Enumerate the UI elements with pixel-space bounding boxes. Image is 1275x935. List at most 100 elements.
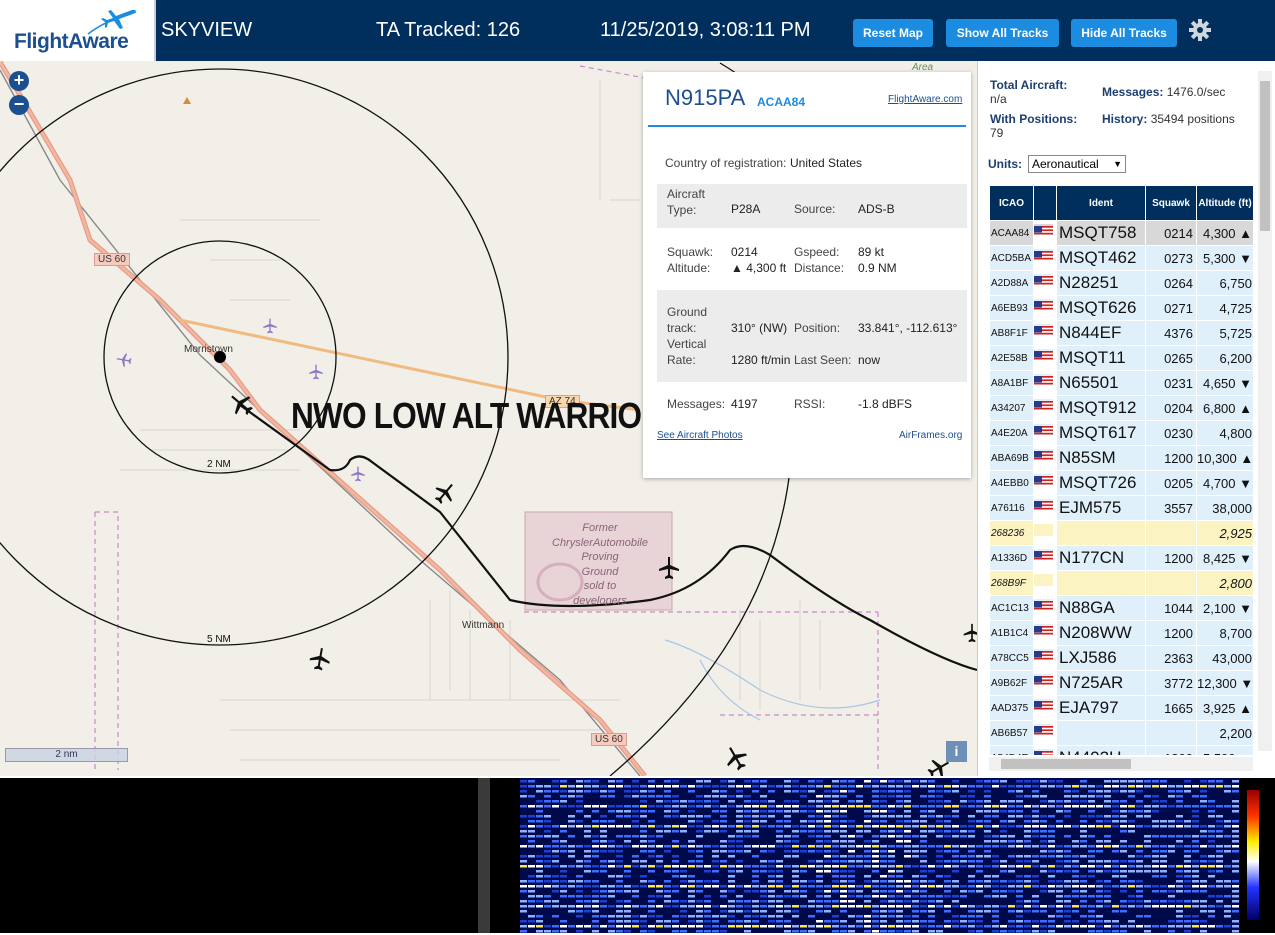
waterfall-cell (904, 830, 911, 833)
units-select[interactable]: Aeronautical ▼ (1028, 155, 1126, 173)
waterfall-cell (560, 830, 567, 833)
table-row[interactable]: A78CC5 LXJ586 2363 43,000 (990, 646, 1253, 670)
table-row[interactable]: A1B1C4 N208WW 1200 8,700 (990, 621, 1253, 645)
waterfall-cell (928, 830, 935, 833)
table-row[interactable]: AC1C13 N88GA 1044 2,100 ▼ (990, 596, 1253, 620)
col-icao[interactable]: ICAO (990, 186, 1033, 220)
waterfall-cell (848, 890, 855, 893)
waterfall-cell (712, 825, 719, 828)
mlat-aircraft-icon[interactable] (116, 352, 132, 368)
hide-all-tracks-button[interactable]: Hide All Tracks (1071, 19, 1177, 47)
waterfall-cell (1232, 885, 1239, 888)
waterfall-cell (1168, 795, 1175, 798)
waterfall-cell (568, 815, 575, 818)
waterfall-cell (1088, 925, 1095, 928)
waterfall-cell (1000, 870, 1007, 873)
waterfall-cell (1040, 830, 1047, 833)
table-row[interactable]: A2D88A N28251 0264 6,750 (990, 271, 1253, 295)
flightaware-link[interactable]: FlightAware.com (888, 94, 962, 105)
table-row[interactable]: 268B9F 2,800 (990, 571, 1253, 595)
waterfall-cell (832, 900, 839, 903)
table-row[interactable]: A76116 EJM575 3557 38,000 (990, 496, 1253, 520)
mlat-aircraft-icon[interactable] (262, 318, 278, 334)
waterfall-cell (1136, 810, 1143, 813)
table-row[interactable]: A4E20A MSQT617 0230 4,800 (990, 421, 1253, 445)
gear-icon[interactable] (1188, 18, 1212, 42)
waterfall-cell (912, 925, 919, 928)
aircraft-icon[interactable] (308, 647, 332, 671)
waterfall-cell (664, 810, 671, 813)
waterfall-cell (880, 780, 887, 783)
aircraft-icon[interactable] (723, 745, 749, 771)
col-squawk[interactable]: Squawk (1146, 186, 1196, 220)
waterfall-cell (616, 915, 623, 918)
horizontal-scroll-thumb[interactable] (1001, 759, 1131, 769)
waterfall-cell (1064, 785, 1071, 788)
flightaware-logo[interactable]: FlightAware (0, 0, 156, 61)
table-row[interactable]: ABA69B N85SM 1200 10,300 ▲ (990, 446, 1253, 470)
horizontal-scrollbar[interactable] (989, 757, 1253, 771)
table-row[interactable]: A2E58B MSQT11 0265 6,200 (990, 346, 1253, 370)
row-icao: 268236 (990, 521, 1033, 545)
table-row[interactable]: A9B62F N725AR 3772 12,300 ▼ (990, 671, 1253, 695)
reset-map-button[interactable]: Reset Map (853, 19, 933, 47)
waterfall-cell (872, 780, 879, 783)
waterfall-cell (760, 900, 767, 903)
us-flag-icon (1034, 726, 1053, 736)
aircraft-photos-link[interactable]: See Aircraft Photos (657, 430, 743, 441)
table-row[interactable]: A6EB93 MSQT626 0271 4,725 (990, 296, 1253, 320)
waterfall-cell (560, 790, 567, 793)
table-row[interactable]: ACD5BA MSQT462 0273 5,300 ▼ (990, 246, 1253, 270)
aircraft-icon[interactable] (433, 481, 457, 505)
vertical-scrollbar[interactable] (1258, 71, 1272, 751)
waterfall-cell (1232, 830, 1239, 833)
waterfall-cell (704, 795, 711, 798)
waterfall-cell (1176, 825, 1183, 828)
waterfall-cell (648, 795, 655, 798)
waterfall-cell (1208, 805, 1215, 808)
show-all-tracks-button[interactable]: Show All Tracks (946, 19, 1059, 47)
airframes-link[interactable]: AirFrames.org (899, 430, 962, 441)
table-row[interactable]: A54D4EN4402U12005,500 ▲ (990, 746, 1253, 755)
waterfall-cell (1176, 815, 1183, 818)
table-row[interactable]: ACAA84 MSQT758 0214 4,300 ▲ (990, 221, 1253, 245)
waterfall-cell (608, 885, 615, 888)
table-row[interactable]: 268236 2,925 (990, 521, 1253, 545)
waterfall-cell (928, 795, 935, 798)
table-row[interactable]: A8A1BF N65501 0231 4,650 ▼ (990, 371, 1253, 395)
vertical-scroll-thumb[interactable] (1260, 81, 1270, 231)
waterfall-cell (1232, 790, 1239, 793)
table-row[interactable]: A4EBB0 MSQT726 0205 4,700 ▼ (990, 471, 1253, 495)
zoom-out-button[interactable]: − (9, 95, 29, 115)
waterfall-cell (960, 785, 967, 788)
waterfall-cell (720, 780, 727, 783)
waterfall-cell (752, 825, 759, 828)
waterfall-divider[interactable] (478, 778, 490, 933)
table-row[interactable]: AAD375 EJA797 1665 3,925 ▲ (990, 696, 1253, 720)
table-row[interactable]: AB8F1F N844EF 4376 5,725 (990, 321, 1253, 345)
waterfall-cell (712, 870, 719, 873)
aircraft-icon[interactable] (962, 621, 977, 645)
col-altitude[interactable]: Altitude (ft) (1197, 186, 1253, 220)
mlat-aircraft-icon[interactable] (308, 364, 324, 380)
waterfall-cell (696, 815, 703, 818)
mlat-aircraft-icon[interactable] (350, 466, 366, 482)
waterfall-cell (872, 905, 879, 908)
info-button[interactable]: i (946, 741, 967, 762)
waterfall-cell (792, 855, 799, 858)
table-row[interactable]: AB6B57 2,200 (990, 721, 1253, 745)
waterfall-cell (1128, 845, 1135, 848)
col-flag[interactable] (1034, 186, 1056, 220)
waterfall-cell (1080, 905, 1087, 908)
zoom-in-button[interactable]: + (9, 71, 29, 91)
table-row[interactable]: A1336D N177CN 1200 8,425 ▼ (990, 546, 1253, 570)
col-ident[interactable]: Ident (1057, 186, 1145, 220)
waterfall-cell (992, 895, 999, 898)
aircraft-icon[interactable] (657, 556, 681, 580)
table-row[interactable]: A34207 MSQT912 0204 6,800 ▲ (990, 396, 1253, 420)
aircraft-icon-selected[interactable] (228, 391, 254, 417)
waterfall-cell (1088, 920, 1095, 923)
waterfall-cell (832, 865, 839, 868)
waterfall-cell (880, 790, 887, 793)
waterfall-cell (1128, 920, 1135, 923)
